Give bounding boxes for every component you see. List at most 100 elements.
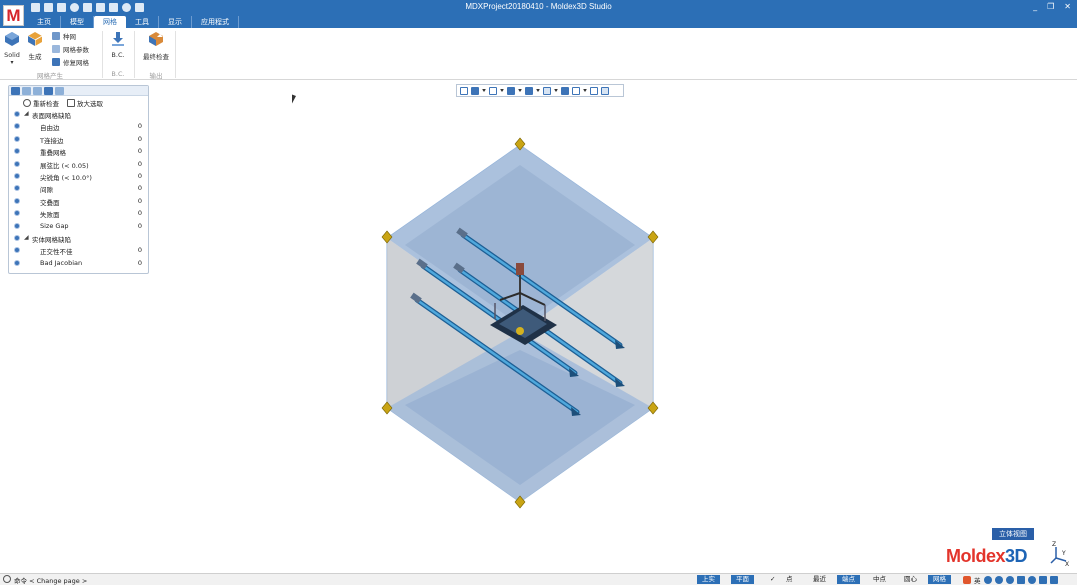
emoji-icon[interactable]: [994, 575, 1003, 584]
visibility-eye-icon[interactable]: [14, 234, 20, 241]
tree-item-row[interactable]: 重叠网格 0: [9, 145, 148, 157]
ribbon-tabs: 主页 模型 网格 工具 显示 应用程式: [28, 16, 239, 28]
visibility-eye-icon[interactable]: [14, 259, 20, 266]
tree-item-row[interactable]: T连接边 0: [9, 133, 148, 145]
visibility-eye-icon[interactable]: [14, 210, 20, 217]
solid-button[interactable]: Solid ▾: [2, 31, 22, 66]
tree-group-row[interactable]: ◢ 表面网格缺陷: [9, 108, 148, 120]
zoom-icon[interactable]: [489, 86, 497, 95]
screenshot-icon[interactable]: [601, 86, 609, 95]
mesh-params-icon: [52, 45, 60, 53]
brand-suffix: 3D: [1005, 546, 1028, 566]
tree-item-row[interactable]: 展弦比 (< 0.05) 0: [9, 158, 148, 170]
attribute-icon[interactable]: [33, 87, 42, 95]
recheck-button[interactable]: 重新检查: [23, 98, 59, 108]
collapse-icon[interactable]: [55, 87, 64, 95]
snap-toggle-button[interactable]: 上实: [697, 575, 720, 584]
visibility-eye-icon[interactable]: [14, 123, 20, 130]
mesh-check-panel: 重新检查 放大选取 ◢ 表面网格缺陷 自由边 0 T连接边 0 重叠网格 0 展弦比 (< 0.…: [8, 85, 149, 274]
repair-mesh-label: 修复网格: [63, 59, 89, 67]
fit-view-icon[interactable]: [460, 86, 468, 95]
tree-item-row[interactable]: Size Gap 0: [9, 220, 148, 232]
visibility-eye-icon[interactable]: [14, 111, 20, 117]
defect-count: 0: [137, 258, 142, 267]
pan-icon[interactable]: [471, 86, 479, 95]
section-icon[interactable]: [572, 86, 580, 95]
chevron-down-icon[interactable]: [518, 89, 522, 92]
tree-item-row[interactable]: 自由边 0: [9, 120, 148, 132]
visibility-eye-icon[interactable]: [14, 148, 20, 155]
close-button[interactable]: ✕: [1064, 2, 1071, 11]
mesh-params-label: 网格参数: [63, 46, 89, 54]
snap-toggle-button[interactable]: 端点: [837, 575, 860, 584]
seed-button[interactable]: 种网: [52, 31, 76, 41]
snap-toggle-button[interactable]: 圆心: [899, 575, 922, 584]
mesh-params-button[interactable]: 网格参数: [52, 44, 89, 54]
punctuation-icon[interactable]: [983, 575, 992, 584]
chevron-down-icon[interactable]: [500, 89, 504, 92]
tree-item-row[interactable]: 尖锐角 (< 10.0°) 0: [9, 170, 148, 182]
system-tray: 英: [963, 574, 1058, 585]
snap-toggle-button[interactable]: 最近: [808, 575, 831, 584]
visibility-eye-icon[interactable]: [14, 135, 20, 142]
ime-language-label[interactable]: 英: [974, 575, 981, 585]
shirt-skin-icon[interactable]: [1027, 575, 1036, 584]
bc-button[interactable]: B.C.: [106, 31, 130, 59]
chevron-down-icon[interactable]: [583, 89, 587, 92]
shading-icon[interactable]: [507, 86, 515, 95]
tree-row-label: 交叠面: [40, 198, 60, 207]
tab-model[interactable]: 模型: [61, 16, 94, 28]
chevron-down-icon[interactable]: [482, 89, 486, 92]
brand-word: Moldex: [946, 546, 1006, 566]
visibility-eye-icon[interactable]: [590, 86, 598, 95]
3d-model-viewport[interactable]: [375, 135, 665, 511]
expand-caret-icon[interactable]: ◢: [24, 234, 29, 241]
tab-mesh[interactable]: 网格: [94, 16, 126, 28]
tab-applications[interactable]: 应用程式: [192, 16, 239, 28]
visibility-eye-icon[interactable]: [14, 185, 20, 192]
tree-item-row[interactable]: Bad Jacobian 0: [9, 257, 148, 269]
expand-caret-icon[interactable]: ◢: [24, 110, 29, 117]
repair-mesh-button[interactable]: 修复网格: [52, 57, 89, 67]
snap-toggle-button[interactable]: 中点: [868, 575, 891, 584]
final-check-button[interactable]: 最终检查: [140, 31, 172, 61]
view-cube-icon[interactable]: [525, 86, 533, 95]
chevron-down-icon[interactable]: [554, 89, 558, 92]
snap-toggle-button[interactable]: 网格: [928, 575, 951, 584]
zoom-selection-button[interactable]: 放大选取: [67, 98, 103, 108]
layers-icon[interactable]: [543, 86, 551, 95]
info-icon[interactable]: [44, 87, 53, 95]
microphone-icon[interactable]: [1005, 575, 1014, 584]
visibility-eye-icon[interactable]: [14, 160, 20, 167]
tree-view-icon[interactable]: [22, 87, 31, 95]
snap-toggle-button[interactable]: ✓: [765, 575, 780, 584]
tab-home[interactable]: 主页: [28, 16, 61, 28]
toolbox-icon[interactable]: [1038, 575, 1047, 584]
tree-item-row[interactable]: 正交性不佳 0: [9, 244, 148, 256]
snap-toggle-button[interactable]: 平面: [731, 575, 754, 584]
export-group-label: 输出: [149, 72, 163, 80]
chevron-down-icon[interactable]: [536, 89, 540, 92]
defect-count: 0: [137, 246, 142, 255]
visibility-eye-icon[interactable]: [14, 197, 20, 204]
tab-display[interactable]: 显示: [159, 16, 192, 28]
keyboard-icon[interactable]: [1016, 575, 1025, 584]
minimize-button[interactable]: _: [1033, 2, 1037, 11]
tree-group-row[interactable]: ◢ 实体网格缺陷: [9, 232, 148, 244]
list-view-icon[interactable]: [11, 87, 20, 95]
snap-toggle-button[interactable]: 点: [781, 575, 798, 584]
ime-logo-icon[interactable]: [963, 575, 971, 584]
visibility-eye-icon[interactable]: [14, 247, 20, 254]
restore-button[interactable]: ❐: [1047, 2, 1054, 11]
grid-menu-icon[interactable]: [1049, 575, 1058, 584]
tab-tools[interactable]: 工具: [126, 16, 159, 28]
view-name-badge[interactable]: 立体视图: [992, 528, 1034, 540]
tree-item-row[interactable]: 交叠面 0: [9, 195, 148, 207]
visibility-eye-icon[interactable]: [14, 172, 20, 179]
generate-button[interactable]: 生成: [25, 31, 45, 61]
grid-icon[interactable]: [561, 86, 569, 95]
seed-icon: [52, 32, 60, 40]
tree-item-row[interactable]: 间隙 0: [9, 182, 148, 194]
visibility-eye-icon[interactable]: [14, 222, 20, 229]
tree-item-row[interactable]: 失败面 0: [9, 207, 148, 219]
